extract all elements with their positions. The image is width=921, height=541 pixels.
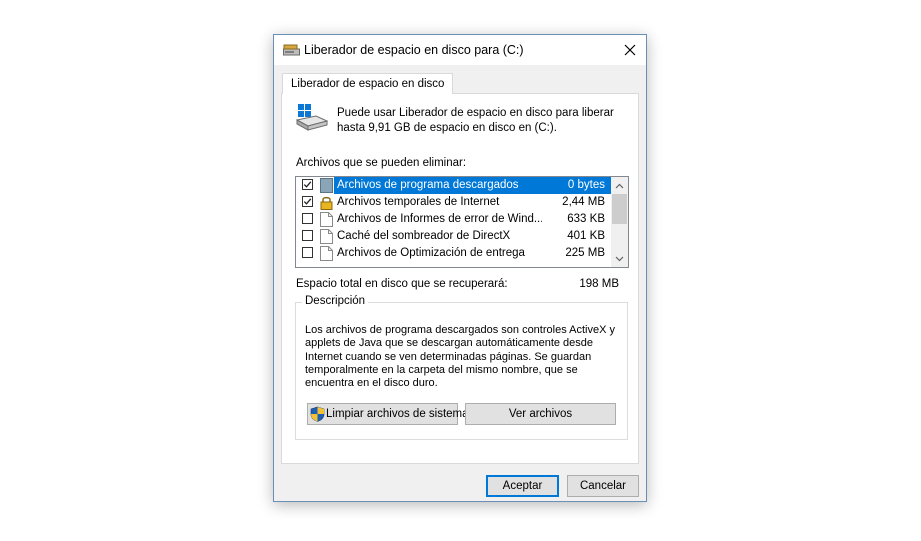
file-icon (320, 246, 333, 261)
item-size: 2,44 MB (562, 196, 605, 208)
clean-system-files-button[interactable]: Limpiar archivos de sistema (307, 403, 469, 425)
item-checkbox[interactable] (302, 230, 313, 241)
cancel-button[interactable]: Cancelar (567, 475, 639, 497)
view-files-button[interactable]: Ver archivos (465, 403, 616, 425)
tab-panel: Puede usar Liberador de espacio en disco… (281, 93, 639, 464)
scroll-down-button[interactable] (611, 250, 628, 267)
uac-shield-icon (310, 406, 325, 422)
total-space-label: Espacio total en disco que se recuperará… (296, 278, 508, 290)
item-size: 401 KB (567, 230, 605, 242)
disk-cleanup-dialog: Liberador de espacio en disco para (C:) … (273, 34, 647, 502)
title-bar[interactable]: Liberador de espacio en disco para (C:) (274, 35, 646, 65)
list-item[interactable]: Archivos de programa descargados 0 bytes (296, 177, 611, 194)
item-checkbox[interactable] (302, 196, 313, 207)
files-list-label: Archivos que se pueden eliminar: (296, 157, 467, 169)
files-listbox[interactable]: Archivos de programa descargados 0 bytes A… (295, 176, 629, 268)
scroll-up-button[interactable] (611, 177, 628, 194)
disk-cleanup-icon (283, 44, 300, 56)
item-name: Archivos de Optimización de entrega (337, 247, 525, 259)
close-button[interactable] (614, 35, 646, 65)
item-name: Caché del sombreador de DirectX (337, 230, 511, 242)
item-checkbox[interactable] (302, 179, 313, 190)
description-text: Los archivos de programa descargados son… (305, 324, 615, 390)
list-item[interactable]: Caché del sombreador de DirectX 401 KB (296, 228, 611, 245)
chevron-down-icon (615, 256, 624, 261)
checkmark-icon (303, 181, 312, 188)
list-item[interactable]: Archivos de Optimización de entrega 225 M… (296, 245, 611, 262)
list-item[interactable]: Archivos de Informes de error de Wind...… (296, 211, 611, 228)
scroll-thumb[interactable] (612, 194, 627, 224)
clean-system-files-label: Limpiar archivos de sistema (326, 408, 469, 420)
checkmark-icon (303, 198, 312, 205)
ok-button[interactable]: Aceptar (486, 475, 559, 497)
close-icon (624, 44, 636, 56)
item-name: Archivos temporales de Internet (337, 196, 500, 208)
description-legend: Descripción (302, 295, 369, 307)
item-size: 0 bytes (567, 179, 605, 191)
window-title: Liberador de espacio en disco para (C:) (304, 43, 524, 57)
file-icon (320, 229, 333, 244)
vertical-scrollbar[interactable] (611, 177, 628, 267)
chevron-up-icon (615, 183, 624, 188)
total-space-value: 198 MB (579, 278, 619, 290)
item-name: Archivos de Informes de error de Wind... (337, 213, 542, 225)
file-icon (320, 212, 333, 227)
item-size: 633 KB (567, 213, 605, 225)
drive-cleanup-icon (295, 102, 329, 132)
tab-disk-cleanup[interactable]: Liberador de espacio en disco (282, 73, 454, 94)
list-item[interactable]: Archivos temporales de Internet 2,44 MB (296, 194, 611, 211)
item-checkbox[interactable] (302, 213, 313, 224)
item-name: Archivos de programa descargados (337, 179, 519, 191)
intro-text: Puede usar Liberador de espacio en disco… (337, 107, 614, 134)
item-size: 225 MB (565, 247, 605, 259)
lock-icon (320, 195, 333, 210)
folder-icon (320, 178, 333, 193)
item-checkbox[interactable] (302, 247, 313, 258)
